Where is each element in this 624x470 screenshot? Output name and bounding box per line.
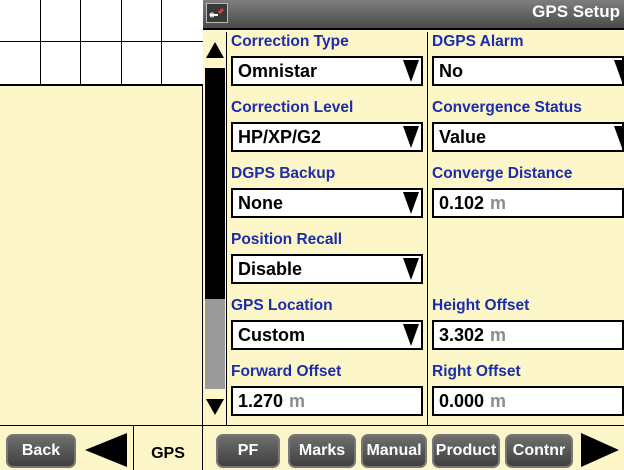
previous-page-button[interactable] — [82, 430, 130, 470]
correction-type-field: Correction Type Omnistar — [228, 32, 428, 98]
correction-level-label: Correction Level — [231, 99, 354, 116]
convergence-status-label: Convergence Status — [432, 99, 582, 116]
back-button[interactable]: Back — [6, 434, 76, 468]
tab-contnr[interactable]: Contnr — [505, 434, 573, 468]
correction-type-dropdown[interactable]: Omnistar — [231, 56, 423, 86]
dropdown-arrow-icon[interactable] — [403, 126, 419, 148]
dgps-alarm-dropdown[interactable]: No — [432, 56, 624, 86]
converge-distance-value: 0.102 — [439, 193, 485, 213]
height-offset-value: 3.302 — [439, 325, 485, 345]
correction-type-value: Omnistar — [238, 61, 318, 81]
right-offset-label: Right Offset — [432, 363, 521, 380]
dropdown-arrow-icon[interactable] — [403, 192, 419, 214]
forward-offset-unit: m — [289, 391, 306, 411]
forward-offset-field: Forward Offset 1.270 m — [228, 362, 428, 428]
shortcut-slot[interactable] — [122, 42, 163, 84]
height-offset-unit: m — [490, 325, 507, 345]
dgps-alarm-field: DGPS Alarm No — [429, 32, 624, 98]
shortcut-slot[interactable] — [162, 0, 203, 42]
position-recall-field: Position Recall Disable — [228, 230, 428, 296]
tab-marks[interactable]: Marks — [288, 434, 356, 468]
gps-setup-panel: GPS Setup Correction Type Omnistar DGPS Al… — [203, 0, 624, 428]
gps-location-dropdown[interactable]: Custom — [231, 320, 423, 350]
shortcut-slot[interactable] — [0, 0, 41, 42]
right-offset-input[interactable]: 0.000 m — [432, 386, 624, 416]
wrench-tool-icon[interactable] — [206, 3, 228, 23]
convergence-status-value: Value — [439, 127, 487, 147]
shortcut-slot[interactable] — [81, 42, 122, 84]
dropdown-arrow-icon[interactable] — [614, 60, 624, 82]
tab-gps[interactable]: GPS — [133, 426, 203, 470]
correction-level-value: HP/XP/G2 — [238, 127, 322, 147]
left-pane — [0, 0, 203, 425]
dgps-backup-label: DGPS Backup — [231, 165, 336, 182]
correction-level-dropdown[interactable]: HP/XP/G2 — [231, 122, 423, 152]
triangle-up-icon — [206, 42, 224, 58]
bottom-navigation: Back GPS PF Marks Manual Product Contnr — [0, 425, 624, 470]
converge-distance-input[interactable]: 0.102 m — [432, 188, 624, 218]
tab-pf[interactable]: PF — [216, 434, 280, 468]
shortcut-slot[interactable] — [121, 0, 163, 42]
dropdown-arrow-icon[interactable] — [614, 126, 624, 148]
correction-type-label: Correction Type — [231, 33, 349, 50]
next-page-button[interactable] — [578, 430, 622, 470]
shortcut-slot-grid — [0, 0, 203, 86]
height-offset-field: Height Offset 3.302 m — [429, 296, 624, 362]
right-offset-value: 0.000 — [439, 391, 485, 411]
forward-offset-value: 1.270 — [238, 391, 284, 411]
page-title: GPS Setup — [532, 2, 620, 21]
dropdown-arrow-icon[interactable] — [403, 324, 419, 346]
position-recall-label: Position Recall — [231, 231, 343, 248]
scroll-down-button[interactable] — [205, 393, 225, 421]
gps-location-label: GPS Location — [231, 297, 333, 314]
converge-distance-label: Converge Distance — [432, 165, 573, 182]
gps-location-field: GPS Location Custom — [228, 296, 428, 362]
shortcut-slot[interactable] — [162, 42, 203, 84]
arrow-right-icon — [581, 433, 619, 467]
settings-field-grid: Correction Type Omnistar DGPS Alarm No Corre… — [228, 32, 624, 428]
dgps-backup-field: DGPS Backup None — [228, 164, 428, 230]
scrollbar-track[interactable] — [205, 68, 225, 389]
dropdown-arrow-icon[interactable] — [403, 60, 419, 82]
position-recall-value: Disable — [238, 259, 303, 279]
scroll-up-button[interactable] — [205, 36, 225, 64]
converge-distance-field: Converge Distance 0.102 m — [429, 164, 624, 230]
forward-offset-label: Forward Offset — [231, 363, 342, 380]
convergence-status-dropdown[interactable]: Value — [432, 122, 624, 152]
gps-location-value: Custom — [238, 325, 305, 345]
converge-distance-unit: m — [490, 193, 507, 213]
scrollbar-thumb[interactable] — [205, 68, 225, 299]
position-recall-dropdown[interactable]: Disable — [231, 254, 423, 284]
dgps-backup-value: None — [238, 193, 283, 213]
convergence-status-field: Convergence Status Value — [429, 98, 624, 164]
dropdown-arrow-icon[interactable] — [403, 258, 419, 280]
height-offset-input[interactable]: 3.302 m — [432, 320, 624, 350]
tab-product[interactable]: Product — [432, 434, 500, 468]
correction-level-field: Correction Level HP/XP/G2 — [228, 98, 428, 164]
shortcut-slot[interactable] — [40, 0, 82, 42]
shortcut-slot[interactable] — [0, 42, 41, 84]
dgps-backup-dropdown[interactable]: None — [231, 188, 423, 218]
forward-offset-input[interactable]: 1.270 m — [231, 386, 423, 416]
arrow-left-icon — [85, 433, 127, 467]
title-bar: GPS Setup — [203, 0, 624, 30]
height-offset-label: Height Offset — [432, 297, 530, 314]
dgps-alarm-label: DGPS Alarm — [432, 33, 524, 50]
right-offset-field: Right Offset 0.000 m — [429, 362, 624, 428]
vertical-scrollbar[interactable] — [203, 32, 227, 425]
right-offset-unit: m — [490, 391, 507, 411]
dgps-alarm-value: No — [439, 61, 463, 81]
tab-manual[interactable]: Manual — [361, 434, 427, 468]
triangle-down-icon — [206, 399, 224, 415]
shortcut-slot[interactable] — [81, 0, 122, 42]
shortcut-slot[interactable] — [41, 42, 82, 84]
